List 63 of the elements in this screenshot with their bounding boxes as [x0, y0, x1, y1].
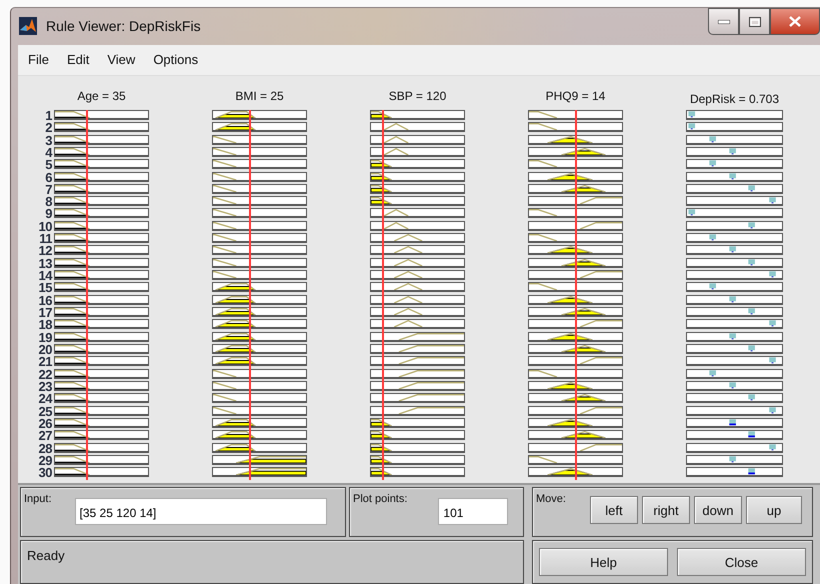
input-label: Input: [23, 492, 52, 507]
input-field[interactable]: [35 25 120 14] [74, 498, 327, 525]
minimize-icon [718, 20, 730, 24]
rule-number: 24 [38, 393, 52, 406]
menu-item[interactable]: File [18, 52, 57, 68]
rule-number: 23 [38, 381, 52, 394]
move-button[interactable]: left [590, 496, 638, 524]
rule-number: 17 [38, 307, 52, 320]
rule-number: 15 [38, 282, 52, 295]
rule-number: 6 [45, 172, 52, 184]
rule-number: 30 [38, 467, 52, 480]
menu-item[interactable]: Edit [56, 52, 98, 68]
rule-number: 14 [38, 270, 52, 282]
menu-item[interactable]: Options [143, 52, 206, 68]
move-button[interactable]: down [694, 496, 742, 524]
rule-number: 25 [38, 406, 52, 418]
input-heading: PHQ9 = 14 [544, 88, 606, 105]
rule-number: 19 [38, 332, 52, 344]
rule-number: 1 [45, 110, 52, 122]
input-marker-line[interactable] [86, 110, 88, 480]
rule-number: 11 [39, 233, 52, 246]
rule-number: 18 [38, 319, 52, 332]
rule-number: 10 [38, 220, 52, 234]
output-heading: DepRisk = 0.703 [688, 92, 780, 108]
rule-number: 9 [45, 208, 52, 221]
rule-number: 16 [38, 294, 52, 308]
move-button[interactable]: up [746, 496, 802, 524]
rule-number: 28 [38, 442, 52, 456]
minimize-button[interactable] [708, 8, 739, 35]
rule-number: 7 [45, 184, 52, 196]
plot-points-field[interactable]: 101 [438, 498, 508, 525]
close-button[interactable] [770, 8, 820, 35]
dialog-button[interactable]: Help [539, 548, 668, 576]
input-heading: Age = 35 [76, 88, 127, 105]
rule-number: 3 [45, 134, 52, 147]
maximize-icon [748, 16, 760, 26]
rule-number: 22 [38, 368, 52, 382]
input-marker-line[interactable] [382, 110, 384, 480]
rule-number: 12 [38, 245, 52, 258]
rule-number: 5 [45, 159, 52, 172]
maximize-button[interactable] [739, 8, 770, 35]
rule-number: 26 [38, 418, 52, 430]
rule-number: 27 [38, 430, 52, 443]
menu-item[interactable]: View [97, 52, 144, 68]
rule-number: 29 [38, 455, 52, 468]
move-label: Move: [535, 492, 566, 507]
input-marker-line[interactable] [575, 110, 578, 480]
rule-number: 21 [38, 356, 52, 369]
input-marker-line[interactable] [249, 110, 251, 480]
input-heading: BMI = 25 [234, 88, 285, 105]
close-icon [789, 16, 801, 27]
rule-number: 13 [38, 258, 52, 270]
input-heading: SBP = 120 [388, 88, 448, 105]
app-icon [19, 17, 37, 36]
rule-number: 2 [45, 122, 52, 135]
window-title: Rule Viewer: DepRiskFis [46, 18, 201, 34]
rule-number: 8 [45, 196, 52, 208]
status-text: Ready [26, 547, 65, 565]
plot-points-label: Plot points: [352, 492, 408, 507]
move-button[interactable]: right [642, 496, 690, 524]
rule-number: 4 [45, 146, 52, 160]
rule-number: 20 [38, 344, 52, 356]
dialog-button[interactable]: Close [677, 548, 806, 576]
